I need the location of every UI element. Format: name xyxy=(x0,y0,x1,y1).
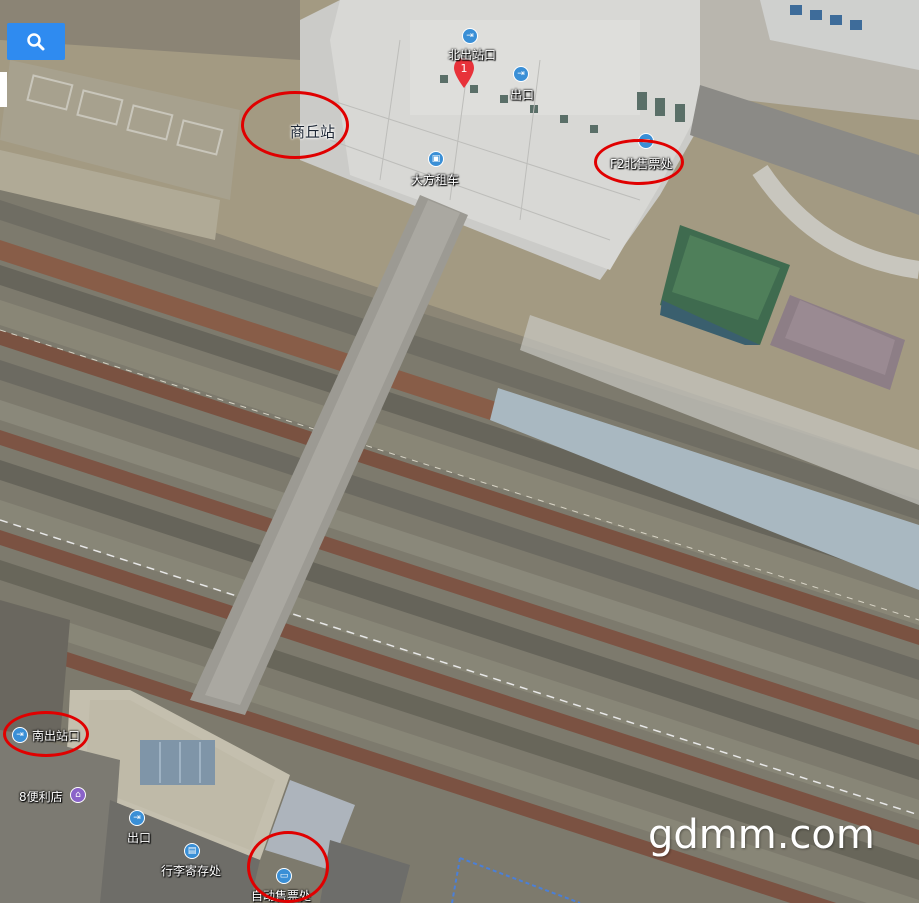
satellite-map[interactable]: 1 ⇥ 北出站口 ⇥ 出口 商丘站 ▣ 大方租车 ▭ F2北售票处 ⇥ 南出站口… xyxy=(0,0,919,903)
highlight-circle-south-exit xyxy=(3,711,89,757)
poi-store[interactable]: 8便利店 xyxy=(19,788,63,805)
exit-icon[interactable]: ⇥ xyxy=(129,810,145,826)
poi-exit-south[interactable]: 出口 xyxy=(127,829,151,846)
poi-luggage[interactable]: 行李寄存处 xyxy=(161,862,221,879)
exit-icon[interactable]: ⇥ xyxy=(462,28,478,44)
search-icon xyxy=(27,32,45,50)
poi-exit-north[interactable]: 出口 xyxy=(510,86,534,103)
store-icon[interactable]: ⌂ xyxy=(70,787,86,803)
side-panel-tab[interactable] xyxy=(0,72,7,107)
luggage-icon[interactable]: ▤ xyxy=(184,843,200,859)
watermark: gdmm.com xyxy=(648,812,875,858)
highlight-circle-ticket-auto xyxy=(247,831,329,903)
search-button[interactable] xyxy=(7,23,65,60)
poi-north-exit[interactable]: 北出站口 xyxy=(448,46,496,63)
highlight-circle-ticket-north xyxy=(594,139,684,185)
marker-number: 1 xyxy=(461,62,468,75)
car-icon[interactable]: ▣ xyxy=(428,151,444,167)
poi-taxi[interactable]: 大方租车 xyxy=(411,171,459,188)
exit-icon[interactable]: ⇥ xyxy=(513,66,529,82)
satellite-imagery xyxy=(0,0,919,903)
highlight-circle-station xyxy=(241,91,349,159)
